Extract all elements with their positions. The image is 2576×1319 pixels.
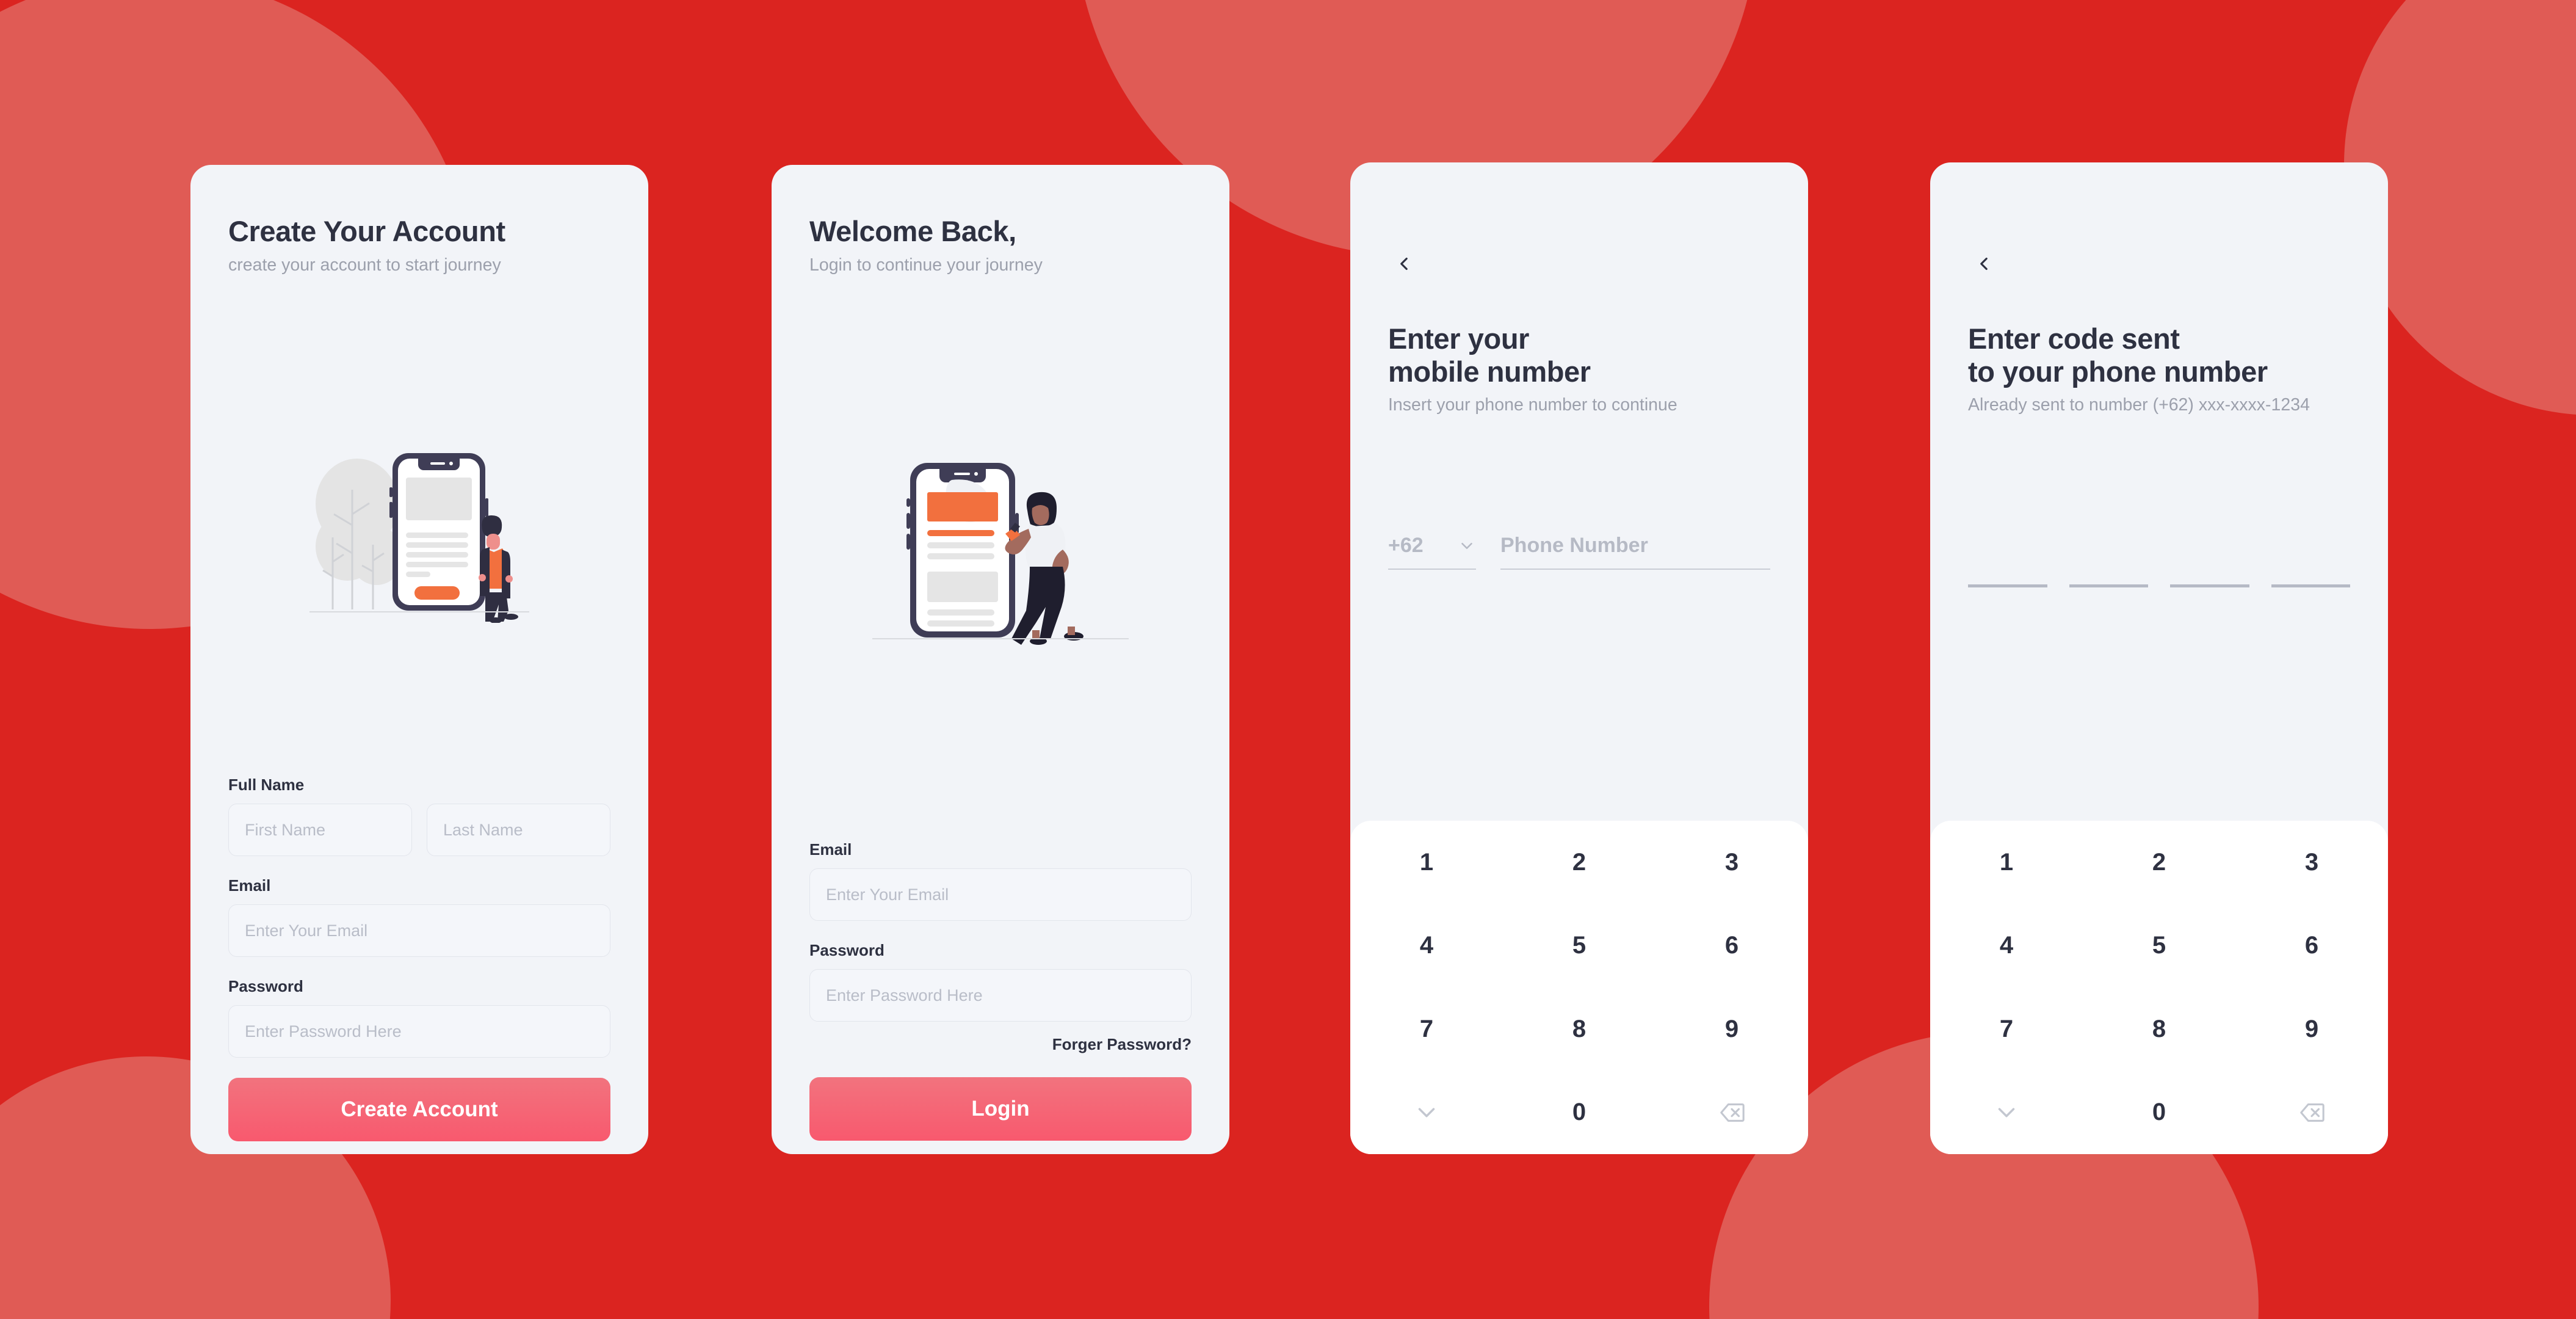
- signup-form: Full Name First Name Last Name Email Ent…: [190, 776, 648, 1154]
- page-subtitle: Already sent to number (+62) xxx-xxxx-12…: [1968, 395, 2310, 415]
- chevron-down-icon: [1998, 1108, 2015, 1117]
- person-figure: [479, 515, 518, 623]
- page-title-line2: to your phone number: [1968, 355, 2268, 388]
- signup-header: Create Your Account create your account …: [190, 215, 648, 277]
- create-account-button[interactable]: Create Account: [228, 1078, 610, 1141]
- key-9[interactable]: 9: [2235, 987, 2388, 1071]
- key-0[interactable]: 0: [2083, 1071, 2235, 1155]
- page-subtitle: Insert your phone number to continue: [1388, 395, 1677, 415]
- email-input[interactable]: Enter Your Email: [228, 904, 610, 957]
- password-group: Password Enter Password Here: [228, 977, 610, 1058]
- otp-input-row: [1968, 553, 2350, 587]
- first-name-input[interactable]: First Name: [228, 804, 412, 856]
- login-button[interactable]: Login: [809, 1077, 1192, 1141]
- woman-with-phone-illustration: [872, 463, 1129, 645]
- password-input[interactable]: Enter Password Here: [809, 969, 1192, 1022]
- country-code-select[interactable]: +62: [1388, 534, 1476, 570]
- screen-gallery: Create Your Account create your account …: [0, 0, 2576, 1319]
- key-2[interactable]: 2: [2083, 821, 2235, 904]
- screen-otp: Enter code sent to your phone number Alr…: [1930, 162, 2388, 1154]
- keypad-collapse-button[interactable]: [1350, 1071, 1503, 1155]
- signup-illustration: [190, 440, 648, 623]
- email-group: Email Enter Your Email: [809, 840, 1192, 921]
- key-1[interactable]: 1: [1350, 821, 1503, 904]
- otp-header: Enter code sent to your phone number Alr…: [1930, 322, 2388, 416]
- page-subtitle: Login to continue your journey: [809, 255, 1043, 275]
- key-1[interactable]: 1: [1930, 821, 2083, 904]
- key-2[interactable]: 2: [1503, 821, 1655, 904]
- key-4[interactable]: 4: [1350, 904, 1503, 988]
- login-illustration: [772, 452, 1229, 653]
- otp-digit-3[interactable]: [2170, 553, 2249, 587]
- screen-signup: Create Your Account create your account …: [190, 165, 648, 1154]
- forgot-password-link[interactable]: Forger Password?: [809, 1035, 1192, 1054]
- key-8[interactable]: 8: [2083, 987, 2235, 1071]
- country-code-value: +62: [1388, 534, 1424, 557]
- chevron-left-icon: [1980, 257, 1988, 271]
- backspace-button[interactable]: [2235, 1071, 2388, 1155]
- backspace-icon: [1720, 1103, 1745, 1122]
- key-9[interactable]: 9: [1655, 987, 1808, 1071]
- key-6[interactable]: 6: [2235, 904, 2388, 988]
- man-with-phone-illustration: [309, 453, 529, 623]
- phone-number-input[interactable]: Phone Number: [1500, 534, 1770, 570]
- page-title-line1: Enter your: [1388, 322, 1530, 355]
- otp-digit-2[interactable]: [2069, 553, 2148, 587]
- key-3[interactable]: 3: [2235, 821, 2388, 904]
- chevron-down-icon: [1461, 542, 1472, 549]
- key-7[interactable]: 7: [1350, 987, 1503, 1071]
- key-0[interactable]: 0: [1503, 1071, 1655, 1155]
- back-button[interactable]: [1388, 248, 1420, 280]
- email-label: Email: [228, 876, 271, 895]
- email-group: Email Enter Your Email: [228, 876, 610, 957]
- page-title: Welcome Back,: [809, 215, 1016, 247]
- page-title: Create Your Account: [228, 215, 505, 247]
- backspace-button[interactable]: [1655, 1071, 1808, 1155]
- last-name-input[interactable]: Last Name: [427, 804, 610, 856]
- login-header: Welcome Back, Login to continue your jou…: [772, 215, 1229, 277]
- key-3[interactable]: 3: [1655, 821, 1808, 904]
- fullname-group: Full Name First Name Last Name: [228, 776, 610, 856]
- numeric-keypad: 1 2 3 4 5 6 7 8 9 0: [1930, 821, 2388, 1154]
- fullname-label: Full Name: [228, 776, 305, 794]
- backspace-icon: [2300, 1103, 2325, 1122]
- key-4[interactable]: 4: [1930, 904, 2083, 988]
- email-label: Email: [809, 840, 852, 859]
- phone-entry-row: +62 Phone Number: [1388, 534, 1770, 570]
- screen-login: Welcome Back, Login to continue your jou…: [772, 165, 1229, 1154]
- otp-digit-1[interactable]: [1968, 553, 2047, 587]
- password-input[interactable]: Enter Password Here: [228, 1005, 610, 1058]
- back-button[interactable]: [1968, 248, 2000, 280]
- page-subtitle: create your account to start journey: [228, 255, 501, 275]
- password-label: Password: [228, 977, 303, 995]
- key-5[interactable]: 5: [2083, 904, 2235, 988]
- numeric-keypad: 1 2 3 4 5 6 7 8 9 0: [1350, 821, 1808, 1154]
- phone-header: Enter your mobile number Insert your pho…: [1350, 322, 1808, 416]
- password-label: Password: [809, 941, 885, 959]
- login-form: Email Enter Your Email Password Enter Pa…: [772, 840, 1229, 1154]
- key-6[interactable]: 6: [1655, 904, 1808, 988]
- key-5[interactable]: 5: [1503, 904, 1655, 988]
- page-title-line1: Enter code sent: [1968, 322, 2180, 355]
- chevron-down-icon: [1418, 1108, 1435, 1117]
- chevron-left-icon: [1400, 257, 1408, 271]
- page-title-line2: mobile number: [1388, 355, 1591, 388]
- email-input[interactable]: Enter Your Email: [809, 868, 1192, 921]
- password-group: Password Enter Password Here: [809, 941, 1192, 1022]
- key-8[interactable]: 8: [1503, 987, 1655, 1071]
- otp-digit-4[interactable]: [2271, 553, 2350, 587]
- screen-phone-entry: Enter your mobile number Insert your pho…: [1350, 162, 1808, 1154]
- key-7[interactable]: 7: [1930, 987, 2083, 1071]
- keypad-collapse-button[interactable]: [1930, 1071, 2083, 1155]
